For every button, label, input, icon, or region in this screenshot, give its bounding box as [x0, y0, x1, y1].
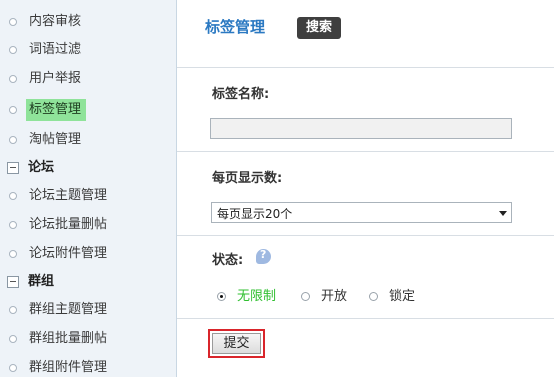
sidebar-group-label: 群组: [28, 274, 55, 289]
sidebar-item-label: 内容审核: [29, 14, 82, 29]
divider: [177, 151, 554, 152]
search-button[interactable]: 搜索: [297, 17, 342, 39]
tag-name-input[interactable]: [210, 118, 512, 139]
bullet-icon: [9, 46, 17, 54]
per-page-select[interactable]: 每页显示20个: [211, 202, 512, 223]
sidebar-item-label: 标签管理: [26, 99, 87, 121]
per-page-selected-value: 每页显示20个: [217, 207, 293, 221]
sidebar-group-label: 论坛: [28, 160, 55, 175]
sidebar-item-label: 淘帖管理: [29, 132, 82, 147]
collapse-icon[interactable]: [7, 276, 19, 288]
bullet-icon: [9, 136, 17, 144]
bullet-icon: [9, 192, 17, 200]
status-label: 状态:: [212, 253, 244, 268]
bullet-icon: [9, 335, 17, 343]
radio-dot-icon: [369, 292, 378, 301]
bullet-icon: [9, 106, 17, 114]
sidebar-item-label: 词语过滤: [29, 42, 82, 57]
divider: [177, 318, 554, 319]
bullet-icon: [9, 364, 17, 372]
divider: [177, 67, 554, 68]
per-page-label: 每页显示数:: [212, 171, 283, 186]
submit-button[interactable]: 提交: [208, 329, 265, 358]
collapse-icon[interactable]: [7, 162, 19, 174]
main-panel: 标签管理 搜索 标签名称: 每页显示数: 每页显示20个 状态: 无限制 开放 …: [177, 0, 554, 377]
bullet-icon: [9, 75, 17, 83]
submit-button-label: 提交: [212, 333, 261, 354]
sidebar: 内容审核 词语过滤 用户举报 标签管理 淘帖管理 论坛 论坛主题管理 论坛批量删…: [0, 0, 177, 377]
tag-name-label: 标签名称:: [212, 87, 270, 102]
sidebar-item-label: 论坛批量删帖: [29, 217, 108, 232]
help-icon[interactable]: [256, 248, 271, 264]
sidebar-item-label: 用户举报: [29, 71, 82, 86]
bullet-icon: [9, 250, 17, 258]
radio-label: 开放: [321, 289, 348, 304]
bullet-icon: [9, 221, 17, 229]
sidebar-item-label: 群组附件管理: [29, 360, 108, 375]
radio-label: 无限制: [237, 289, 277, 304]
sidebar-item-label: 群组批量删帖: [29, 331, 108, 346]
radio-label: 锁定: [389, 289, 416, 304]
radio-dot-icon: [301, 292, 310, 301]
divider: [177, 235, 554, 236]
page-title: 标签管理: [205, 18, 266, 36]
sidebar-item-label: 群组主题管理: [29, 302, 108, 317]
sidebar-item-label: 论坛主题管理: [29, 188, 108, 203]
radio-dot-icon: [217, 292, 226, 301]
bullet-icon: [9, 18, 17, 26]
sidebar-item-label: 论坛附件管理: [29, 246, 108, 261]
bullet-icon: [9, 306, 17, 314]
dropdown-arrow-icon: [499, 211, 507, 216]
